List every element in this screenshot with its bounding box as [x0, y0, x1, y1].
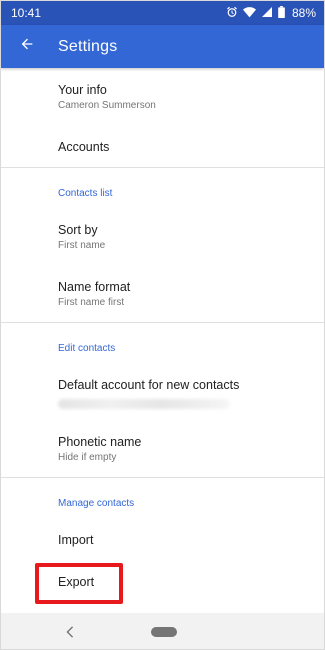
sort-by-item[interactable]: Sort by First name: [58, 222, 314, 253]
export-item[interactable]: Export: [58, 574, 314, 590]
accounts-title: Accounts: [58, 140, 110, 154]
import-item[interactable]: Import: [58, 532, 314, 548]
phonetic-name-subtitle: Hide if empty: [58, 452, 117, 463]
settings-list: Your info Cameron Summerson Accounts Con…: [1, 68, 324, 613]
section-header-contacts-list: Contacts list: [58, 188, 113, 199]
your-info-title: Your info: [58, 83, 107, 97]
redacted-account-value: [58, 399, 230, 409]
accounts-item[interactable]: Accounts: [58, 139, 314, 155]
phonetic-name-title: Phonetic name: [58, 435, 142, 449]
import-title: Import: [58, 533, 94, 547]
name-format-subtitle: First name first: [58, 297, 125, 308]
screen: 10:41 88% Settings Your info Cameron Sum…: [0, 0, 325, 650]
sort-by-subtitle: First name: [58, 240, 106, 251]
divider: [1, 477, 324, 478]
nav-home-pill[interactable]: [151, 627, 177, 637]
alarm-icon: [226, 6, 238, 21]
page-title: Settings: [58, 37, 118, 55]
section-header-edit-contacts: Edit contacts: [58, 343, 116, 354]
your-info-item[interactable]: Your info Cameron Summerson: [58, 82, 314, 113]
sort-by-title: Sort by: [58, 223, 98, 237]
app-bar: Settings: [1, 25, 324, 68]
navigation-bar: [1, 613, 324, 649]
wifi-icon: [242, 6, 256, 21]
arrow-back-icon: [19, 36, 35, 57]
divider: [1, 322, 324, 323]
status-time: 10:41: [11, 6, 42, 20]
status-bar: 10:41 88%: [1, 1, 324, 25]
phonetic-name-item[interactable]: Phonetic name Hide if empty: [58, 434, 314, 465]
battery-icon: [278, 5, 285, 21]
status-icons: 88%: [226, 5, 316, 21]
name-format-title: Name format: [58, 280, 131, 294]
name-format-item[interactable]: Name format First name first: [58, 279, 314, 310]
divider: [1, 167, 324, 168]
export-title: Export: [58, 575, 95, 589]
back-button[interactable]: [1, 25, 53, 68]
section-header-manage-contacts: Manage contacts: [58, 498, 135, 509]
default-account-item[interactable]: Default account for new contacts: [58, 377, 314, 409]
signal-icon: [261, 6, 273, 21]
default-account-title: Default account for new contacts: [58, 378, 240, 392]
nav-back-icon[interactable]: [65, 625, 75, 643]
your-info-subtitle: Cameron Summerson: [58, 100, 156, 111]
battery-percent: 88%: [291, 6, 316, 20]
